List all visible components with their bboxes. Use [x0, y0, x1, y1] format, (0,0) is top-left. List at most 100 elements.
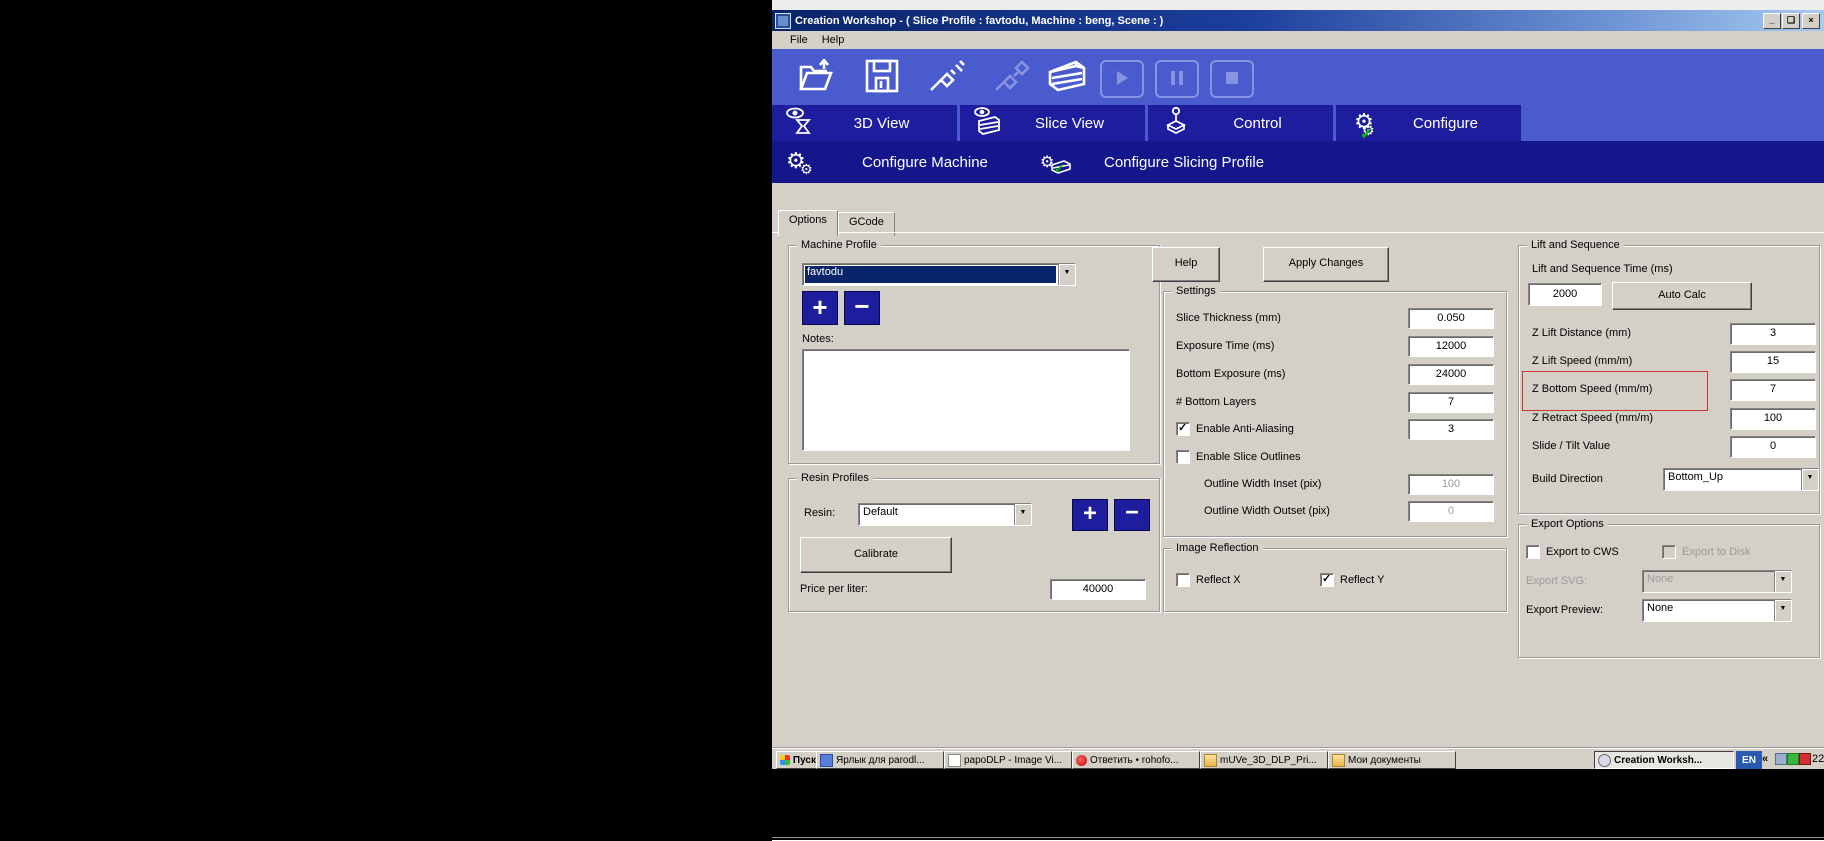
- document-icon: [948, 754, 961, 767]
- group-title: Resin Profiles: [797, 472, 873, 484]
- tray-status-green-icon[interactable]: [1787, 753, 1799, 765]
- 3d-view-icon: [780, 106, 820, 140]
- taskbar-item-image-viewer[interactable]: papoDLP - Image Vi...: [944, 751, 1072, 769]
- main-tab-strip: 3D View Slice View Control ⚙⚙ ✓ Configur…: [772, 105, 1824, 141]
- export-disk-label: Export to Disk: [1682, 546, 1750, 558]
- setting-label: Bottom Exposure (ms): [1176, 368, 1285, 380]
- reflect-y-checkbox[interactable]: [1320, 573, 1334, 587]
- background-window-strip: [772, 0, 1824, 10]
- chevron-down-icon[interactable]: ▼: [1014, 504, 1031, 525]
- notes-textarea[interactable]: [802, 349, 1130, 451]
- disconnect-plug-icon: [992, 58, 1032, 97]
- bottom-exposure-input[interactable]: 24000: [1408, 364, 1494, 385]
- lift-row-label: Z Retract Speed (mm/m): [1532, 412, 1653, 424]
- export-cws-label: Export to CWS: [1546, 546, 1619, 558]
- tab-options[interactable]: Options: [778, 210, 838, 236]
- slice-thickness-input[interactable]: 0.050: [1408, 308, 1494, 329]
- chevron-down-icon[interactable]: ▼: [1801, 469, 1818, 490]
- build-direction-combobox[interactable]: Bottom_Up ▼: [1663, 468, 1819, 491]
- tray-expand-chevrons[interactable]: «: [1762, 753, 1768, 765]
- language-indicator[interactable]: EN: [1736, 751, 1762, 769]
- tab-configure[interactable]: ⚙⚙ ✓ Configure: [1336, 105, 1521, 141]
- group-title: Export Options: [1527, 518, 1608, 530]
- green-check-icon: ✓: [1054, 161, 1065, 177]
- taskbar-item-label: Creation Worksh...: [1614, 755, 1702, 766]
- z-retract-speed-input[interactable]: 100: [1730, 408, 1816, 430]
- slice-outlines-checkbox[interactable]: [1176, 450, 1190, 464]
- taskbar-item-label: Ярлык для parodl...: [836, 755, 925, 766]
- remove-machine-profile-button[interactable]: −: [844, 291, 880, 325]
- tab-label: 3D View: [820, 115, 943, 132]
- export-svg-label: Export SVG:: [1526, 575, 1587, 587]
- add-machine-profile-button[interactable]: +: [802, 291, 838, 325]
- configure-slicing-icon: ⚙ ✓: [1040, 151, 1084, 173]
- group-title: Settings: [1172, 285, 1220, 297]
- export-preview-combobox[interactable]: None ▼: [1642, 599, 1792, 622]
- tab-control[interactable]: Control: [1148, 105, 1333, 141]
- subnav-configure-machine[interactable]: ⚙⚙ Configure Machine: [786, 141, 988, 183]
- tray-status-red-icon[interactable]: [1799, 753, 1811, 765]
- slice-view-icon: [968, 106, 1008, 140]
- calibrate-button[interactable]: Calibrate: [800, 537, 952, 573]
- taskbar-item-label: Мои документы: [1348, 755, 1421, 766]
- price-per-liter-label: Price per liter:: [800, 583, 868, 595]
- toolbar: [772, 49, 1824, 105]
- open-button[interactable]: [794, 56, 840, 98]
- subnav-label: Configure Machine: [862, 154, 988, 171]
- setting-label: Exposure Time (ms): [1176, 340, 1274, 352]
- lift-time-input[interactable]: 2000: [1528, 283, 1602, 306]
- lift-row-label: Slide / Tilt Value: [1532, 440, 1610, 452]
- menu-help[interactable]: Help: [815, 32, 852, 48]
- setting-label: Enable Slice Outlines: [1196, 451, 1301, 463]
- slice-button[interactable]: [1044, 56, 1090, 98]
- connect-button[interactable]: [924, 56, 970, 98]
- minimize-button[interactable]: _: [1763, 13, 1781, 29]
- taskbar-item-browser[interactable]: Ответить • rohofo...: [1072, 751, 1200, 769]
- tab-slice-view[interactable]: Slice View: [960, 105, 1145, 141]
- z-bottom-speed-input[interactable]: 7: [1730, 379, 1816, 401]
- title-bar[interactable]: Creation Workshop - ( Slice Profile : fa…: [772, 10, 1824, 31]
- exposure-time-input[interactable]: 12000: [1408, 336, 1494, 357]
- taskbar-item-my-documents[interactable]: Мои документы: [1328, 751, 1456, 769]
- help-button[interactable]: Help: [1152, 247, 1220, 282]
- close-button[interactable]: ×: [1802, 13, 1820, 29]
- chevron-down-icon[interactable]: ▼: [1058, 264, 1075, 285]
- folder-icon: [1332, 754, 1345, 767]
- auto-calc-button[interactable]: Auto Calc: [1612, 282, 1752, 310]
- taskbar-item-creation-workshop[interactable]: Creation Worksh...: [1594, 751, 1734, 769]
- machine-profile-combobox[interactable]: favtodu ▼: [802, 263, 1076, 286]
- taskbar-item-shortcut[interactable]: Ярлык для parodl...: [816, 751, 944, 769]
- joystick-icon: [1156, 106, 1196, 140]
- resin-combobox[interactable]: Default ▼: [858, 503, 1032, 526]
- apply-changes-button[interactable]: Apply Changes: [1263, 247, 1389, 282]
- pause-icon: [1167, 68, 1187, 91]
- chevron-down-icon[interactable]: ▼: [1774, 600, 1791, 621]
- group-title: Machine Profile: [797, 239, 881, 251]
- subnav-configure-slicing-profile[interactable]: ⚙ ✓ Configure Slicing Profile: [1040, 141, 1264, 183]
- bottom-layers-input[interactable]: 7: [1408, 392, 1494, 413]
- z-lift-speed-input[interactable]: 15: [1730, 351, 1816, 373]
- reflect-x-checkbox[interactable]: [1176, 573, 1190, 587]
- anti-aliasing-checkbox[interactable]: [1176, 422, 1190, 436]
- windows-logo-icon: [780, 755, 790, 765]
- restore-button[interactable]: ❏: [1782, 13, 1800, 29]
- z-lift-distance-input[interactable]: 3: [1730, 323, 1816, 345]
- menu-file[interactable]: File: [783, 32, 815, 48]
- tab-3d-view[interactable]: 3D View: [772, 105, 957, 141]
- group-title: Lift and Sequence: [1527, 239, 1624, 251]
- remove-resin-button[interactable]: −: [1114, 499, 1150, 531]
- save-button[interactable]: [859, 56, 905, 98]
- app-icon: [1076, 755, 1087, 766]
- taskbar-item-folder-muve[interactable]: mUVe_3D_DLP_Pri...: [1200, 751, 1328, 769]
- export-cws-checkbox[interactable]: [1526, 545, 1540, 559]
- machine-profile-value: favtodu: [805, 266, 1056, 283]
- anti-aliasing-value-input[interactable]: 3: [1408, 419, 1494, 440]
- add-resin-button[interactable]: +: [1072, 499, 1108, 531]
- start-button[interactable]: Пуск: [776, 751, 820, 769]
- price-per-liter-input[interactable]: 40000: [1050, 579, 1146, 600]
- speaker-icon[interactable]: [1775, 753, 1787, 765]
- slide-tilt-input[interactable]: 0: [1730, 436, 1816, 458]
- outline-inset-input: 100: [1408, 474, 1494, 495]
- stop-button: [1210, 60, 1254, 98]
- group-title: Image Reflection: [1172, 542, 1263, 554]
